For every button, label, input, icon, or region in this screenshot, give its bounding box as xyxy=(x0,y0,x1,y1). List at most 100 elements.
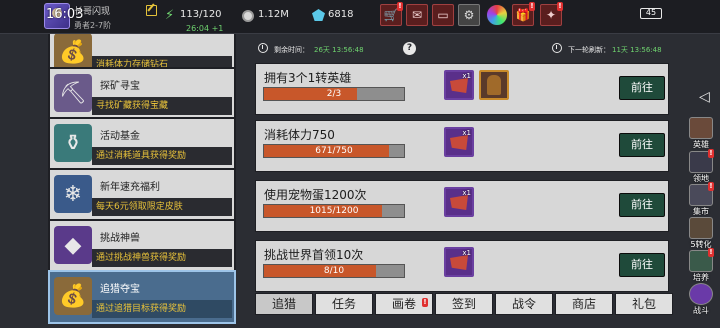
player-name: 长哥闪现 xyxy=(74,7,111,17)
red-gem-icon[interactable]: x1 xyxy=(444,127,474,157)
event-subtitle: 寻找矿藏获得宝藏 xyxy=(92,97,232,115)
event-item-active[interactable]: 💰 追猎夺宝 通过追猎目标获得奖励 xyxy=(48,270,236,324)
reward-count: x1 xyxy=(462,129,471,137)
gem-shape xyxy=(450,78,468,93)
treasure-chest-icon: 💰 xyxy=(54,34,92,71)
progress-bar: 1015/1200 xyxy=(263,204,405,218)
color-wheel-button[interactable] xyxy=(486,4,508,26)
event-button[interactable]: ✦ ! xyxy=(540,2,563,26)
gold-coin-icon xyxy=(242,10,254,22)
event-subtitle: 每天6元领取限定皮肤 xyxy=(92,198,232,216)
gem-value: 6818 xyxy=(328,9,354,20)
event-title: 活动基金 xyxy=(100,131,140,142)
alert-badge: ! xyxy=(708,182,714,191)
edit-name-icon[interactable] xyxy=(146,5,157,16)
stamina-timer: 26:04 +1 xyxy=(186,24,224,33)
tab-shop[interactable]: 商店 xyxy=(555,293,613,315)
reward-count: x1 xyxy=(462,249,471,257)
progress-text: 2/3 xyxy=(326,89,342,99)
alert-badge: ! xyxy=(557,2,563,11)
alert-badge: ! xyxy=(422,298,428,307)
progress-bar: 8/10 xyxy=(263,264,405,278)
bottom-tab-bar: 追猎 任务 画卷 ! 签到 战令 商店 礼包 xyxy=(255,293,675,317)
side-label: 培养 xyxy=(693,273,709,282)
reward-count: x1 xyxy=(462,72,471,80)
remaining-value: 26天 13:56:48 xyxy=(314,46,364,54)
event-item[interactable]: ❄ 新年速充福利 每天6元领取限定皮肤 xyxy=(48,168,236,222)
battle-icon xyxy=(689,283,713,305)
collapse-arrow-icon[interactable]: ◁ xyxy=(699,89,710,105)
side-button-train[interactable]: ! 培养 xyxy=(686,248,716,284)
hero-card-icon[interactable] xyxy=(479,70,509,100)
event-title: 探矿寻宝 xyxy=(100,81,140,92)
crystal-icon: ❄ xyxy=(54,175,92,213)
transform-icon xyxy=(689,217,713,239)
help-icon[interactable]: ? xyxy=(403,42,416,55)
side-button-transform[interactable]: 5转化 xyxy=(686,217,716,251)
gem-icon xyxy=(312,9,325,21)
gift-icon: 🎁 xyxy=(515,8,531,22)
treasure-chest-icon: 💰 xyxy=(54,277,92,315)
clock-icon xyxy=(552,43,562,53)
reward-count: x1 xyxy=(462,189,471,197)
quest-card: 拥有3个1转英雄 2/3 x1 前往 xyxy=(255,63,669,115)
gem-shape xyxy=(450,255,468,270)
event-item[interactable]: ⚱ 活动基金 通过消耗道具获得奖励 xyxy=(48,117,236,171)
chat-icon: ▭ xyxy=(437,8,449,22)
side-button-market[interactable]: ! 集市 xyxy=(686,182,716,218)
goto-button[interactable]: 前往 xyxy=(619,133,665,157)
event-item[interactable]: ⛏ 探矿寻宝 寻找矿藏获得宝藏 xyxy=(48,67,236,121)
mine-cart-icon: ⛏ xyxy=(54,74,92,112)
red-gem-icon[interactable]: x1 xyxy=(444,247,474,277)
tab-hunt[interactable]: 追猎 xyxy=(255,293,313,315)
side-label: 战斗 xyxy=(693,306,709,315)
fund-pot-icon: ⚱ xyxy=(54,124,92,162)
side-button-territory[interactable]: ! 领地 xyxy=(686,149,716,185)
tab-battle-pass[interactable]: 战令 xyxy=(495,293,553,315)
tab-tasks[interactable]: 任务 xyxy=(315,293,373,315)
alert-badge: ! xyxy=(708,248,714,257)
settings-button[interactable]: ⚙ xyxy=(458,4,480,26)
event-subtitle: 通过挑战神兽获得奖励 xyxy=(92,249,232,267)
chat-button[interactable]: ▭ xyxy=(432,4,454,26)
stamina-icon: ⚡ xyxy=(165,8,175,23)
side-button-hero[interactable]: 英雄 xyxy=(686,117,716,151)
goto-button[interactable]: 前往 xyxy=(619,253,665,277)
next-refresh-label: 下一轮刷新： xyxy=(568,46,610,54)
quest-title: 消耗体力750 xyxy=(264,128,335,142)
side-button-battle[interactable]: 战斗 xyxy=(686,283,716,317)
gem-shape xyxy=(450,135,468,150)
hero-figure xyxy=(487,75,501,95)
event-subtitle: 通过追猎目标获得奖励 xyxy=(92,300,232,318)
alert-badge: ! xyxy=(708,149,714,158)
tab-gift-pack[interactable]: 礼包 xyxy=(615,293,673,315)
gift-button[interactable]: 🎁 ! xyxy=(512,2,535,26)
side-label: 集市 xyxy=(693,207,709,216)
tab-scroll[interactable]: 画卷 ! xyxy=(375,293,433,315)
gold-value: 1.12M xyxy=(258,9,289,20)
player-rank: 勇者2-7阶 xyxy=(74,21,112,30)
alert-badge: ! xyxy=(397,2,403,11)
event-list[interactable]: 💰 消耗体力存储钻石 ⛏ 探矿寻宝 寻找矿藏获得宝藏 ⚱ 活动基金 通过消耗道具… xyxy=(48,34,238,328)
goto-button[interactable]: 前往 xyxy=(619,76,665,100)
progress-text: 8/10 xyxy=(323,266,345,276)
red-gem-icon[interactable]: x1 xyxy=(444,70,474,100)
alert-badge: ! xyxy=(529,2,535,11)
quest-card: 消耗体力750 671/750 x1 前往 xyxy=(255,120,669,172)
event-item[interactable]: ◆ 挑战神兽 通过挑战神兽获得奖励 xyxy=(48,219,236,273)
quest-card: 挑战世界首领10次 8/10 x1 前往 xyxy=(255,240,669,292)
progress-bar: 2/3 xyxy=(263,87,405,101)
shop-cart-button[interactable]: 🛒 ! xyxy=(380,2,403,26)
goto-button[interactable]: 前往 xyxy=(619,193,665,217)
quest-title: 挑战世界首领10次 xyxy=(264,248,364,262)
tab-label: 画卷 xyxy=(391,297,416,311)
progress-text: 1015/1200 xyxy=(309,206,359,216)
top-status-bar: 16:03 长哥闪现 勇者2-7阶 ⚡ 113/120 26:04 +1 1.1… xyxy=(0,0,720,34)
gem-shape xyxy=(450,195,468,210)
event-title: 新年速充福利 xyxy=(100,182,160,193)
event-title: 挑战神兽 xyxy=(100,233,140,244)
quest-card: 使用宠物蛋1200次 1015/1200 x1 前往 xyxy=(255,180,669,232)
tab-checkin[interactable]: 签到 xyxy=(435,293,493,315)
red-gem-icon[interactable]: x1 xyxy=(444,187,474,217)
mail-button[interactable]: ✉ xyxy=(406,4,428,26)
